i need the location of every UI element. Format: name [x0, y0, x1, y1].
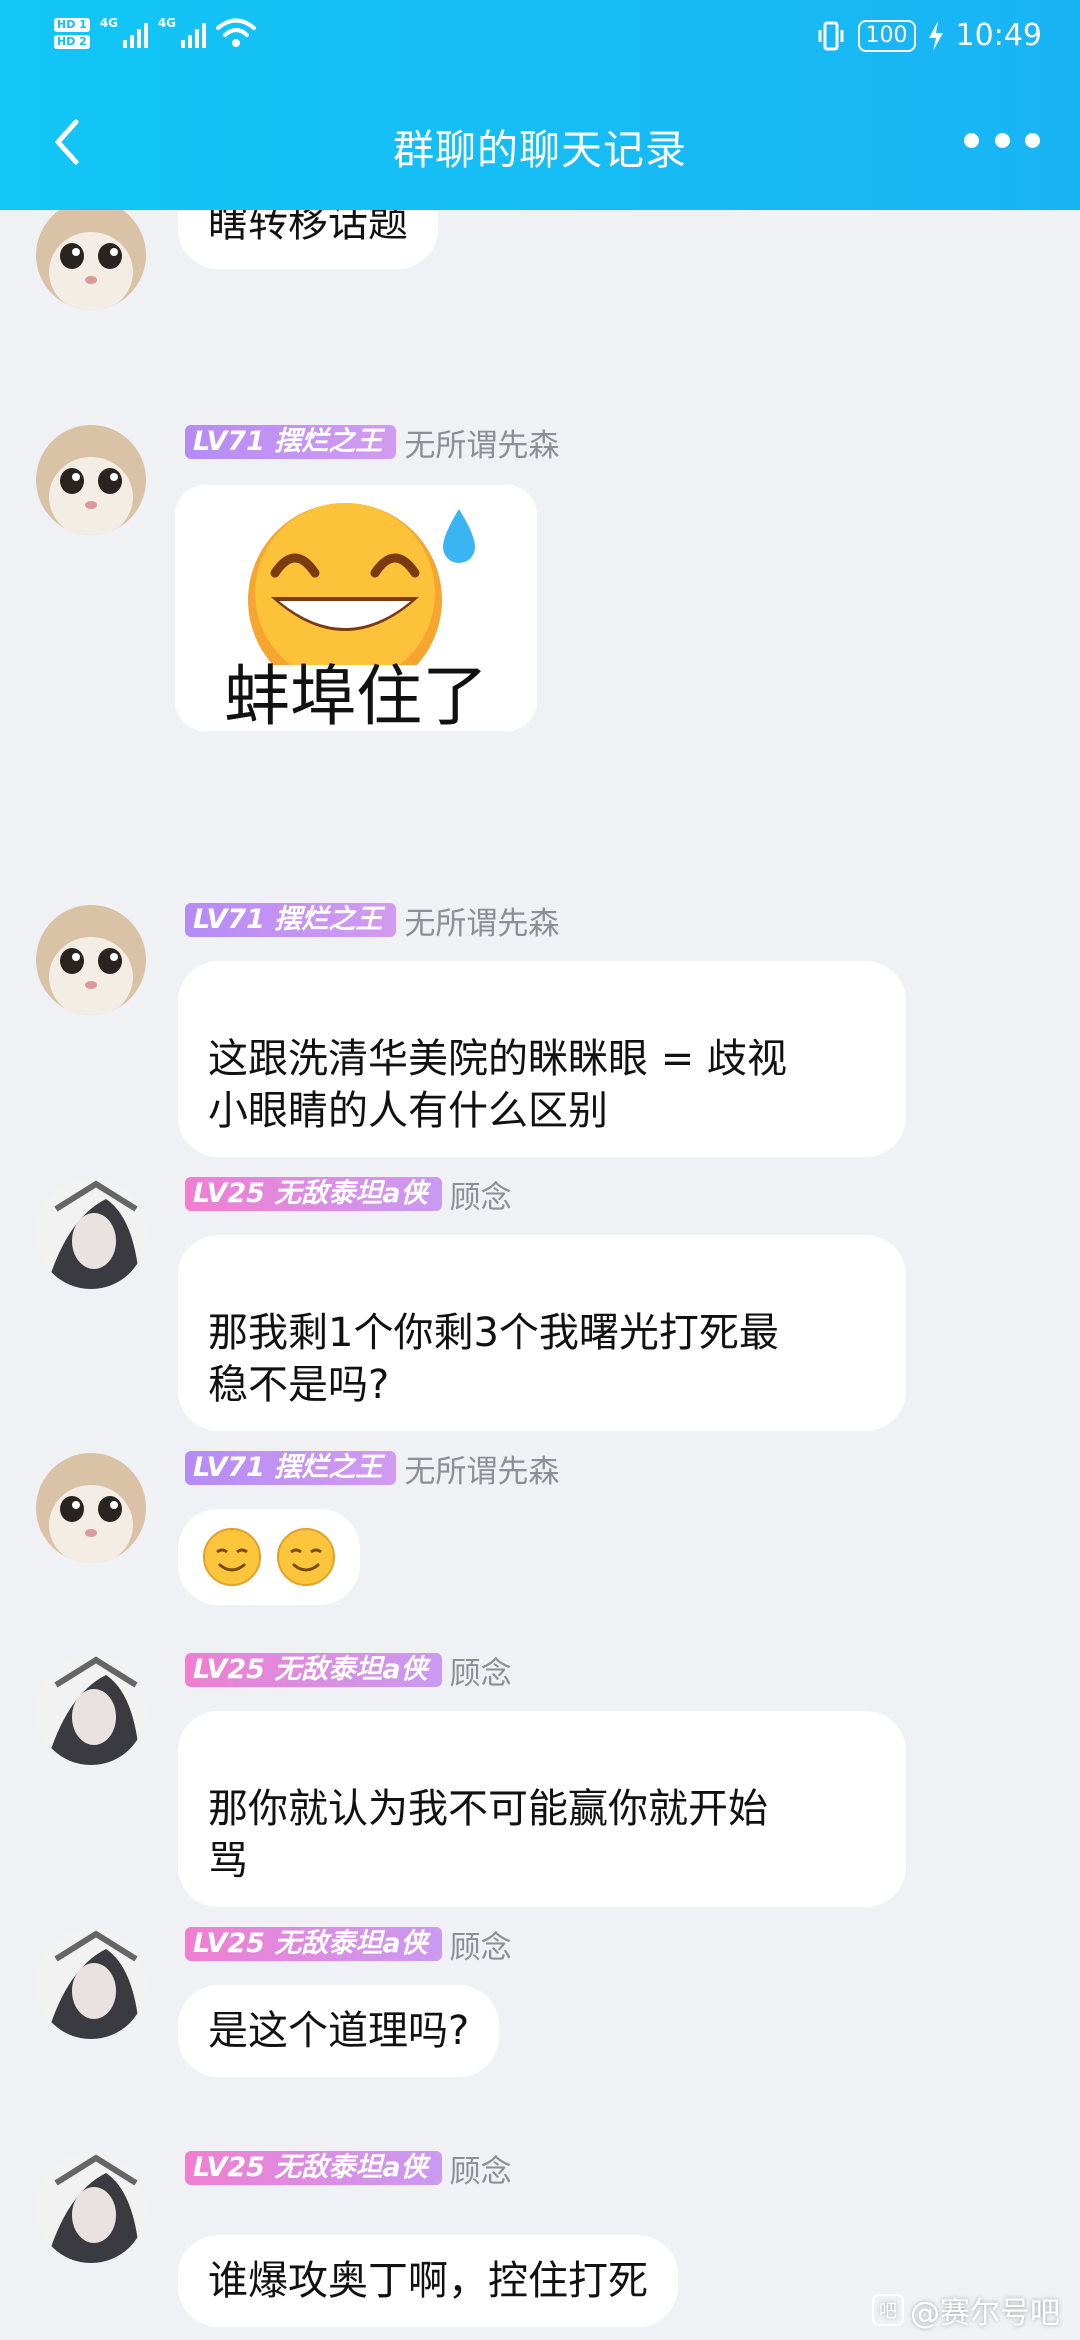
sender-name[interactable]: 无所谓先森 [404, 898, 559, 943]
level-badge: LV25 无敌泰坦a侠 [185, 1653, 442, 1687]
message-bubble[interactable]: 那你就认为我不可能赢你就开始 骂 [178, 1711, 906, 1907]
clock: 10:49 [955, 18, 1042, 53]
title-bar: 群聊的聊天记录 [0, 100, 1080, 190]
hd-indicator: HD 1 HD 2 [54, 17, 90, 49]
tieba-icon: 吧 [872, 2294, 904, 2326]
avatar[interactable] [36, 1179, 146, 1289]
message-bubble[interactable]: 这跟洗清华美院的眯眯眼 = 歧视 小眼睛的人有什么区别 [178, 961, 906, 1157]
message-bubble[interactable]: 是这个道理吗? [178, 1985, 500, 2077]
sim1-label: HD 1 [54, 17, 90, 32]
message-text: 那你就认为我不可能赢你就开始 骂 [208, 1786, 768, 1884]
sim2-label: HD 2 [54, 34, 90, 49]
message-bubble[interactable]: 那我剩1个你剩3个我曙光打死最 稳不是吗? [178, 1235, 906, 1431]
avatar[interactable] [36, 200, 146, 310]
vibrate-icon [818, 21, 844, 50]
message-text: 这跟洗清华美院的眯眯眼 = 歧视 小眼睛的人有什么区别 [208, 1036, 787, 1134]
battery-icon: 100 [857, 19, 916, 52]
sticker-image[interactable]: 蚌埠住了 [175, 485, 537, 731]
sender-name[interactable]: 顾念 [450, 1648, 512, 1693]
status-bar: HD 1 HD 2 4G 4G 100 10:49 [0, 0, 1080, 72]
smiling-face-icon [203, 1528, 261, 1586]
level-badge: LV71 摆烂之王 [185, 425, 397, 459]
sender-name[interactable]: 顾念 [450, 1172, 512, 1217]
message-bubble[interactable]: 谁爆攻奥丁啊，控住打死 [178, 2235, 678, 2327]
page-title: 群聊的聊天记录 [393, 126, 687, 174]
sender-name[interactable]: 无所谓先森 [404, 420, 559, 465]
sender-name[interactable]: 顾念 [450, 2146, 512, 2191]
message-text: 那我剩1个你剩3个我曙光打死最 稳不是吗? [208, 1310, 779, 1408]
level-badge: LV71 摆烂之王 [185, 903, 397, 937]
avatar[interactable] [36, 2153, 146, 2263]
message-text: 是这个道理吗? [208, 2008, 470, 2054]
avatar[interactable] [36, 1453, 146, 1563]
grinning-sweat-emoji-icon [248, 503, 475, 665]
signal-icon: 4G [158, 16, 206, 50]
avatar[interactable] [36, 1655, 146, 1765]
charging-icon [928, 20, 943, 51]
network-type-2: 4G [157, 16, 177, 30]
sender-name[interactable]: 无所谓先森 [404, 1446, 559, 1491]
wifi-icon [215, 18, 256, 47]
network-type-1: 4G [99, 16, 119, 30]
message-bubble[interactable] [178, 1509, 360, 1605]
sticker-caption: 蚌埠住了 [224, 658, 488, 731]
sender-name[interactable]: 顾念 [450, 1922, 512, 1967]
avatar[interactable] [36, 425, 146, 535]
avatar[interactable] [36, 905, 146, 1015]
level-badge: LV25 无敌泰坦a侠 [185, 1177, 442, 1211]
message-text: 谁爆攻奥丁啊，控住打死 [208, 2258, 648, 2304]
avatar[interactable] [36, 1929, 146, 2039]
level-badge: LV25 无敌泰坦a侠 [185, 2151, 442, 2185]
header-bar: HD 1 HD 2 4G 4G 100 10:49 群聊的聊天记录 [0, 0, 1080, 210]
level-badge: LV25 无敌泰坦a侠 [185, 1927, 442, 1961]
signal-icon: 4G [100, 16, 148, 50]
level-badge: LV71 摆烂之王 [185, 1451, 397, 1485]
more-options-icon[interactable] [964, 120, 1040, 160]
watermark-text: @赛尔号吧 [910, 2296, 1060, 2331]
smiling-face-icon [277, 1528, 335, 1586]
watermark: 吧 @赛尔号吧 [872, 2288, 1060, 2332]
